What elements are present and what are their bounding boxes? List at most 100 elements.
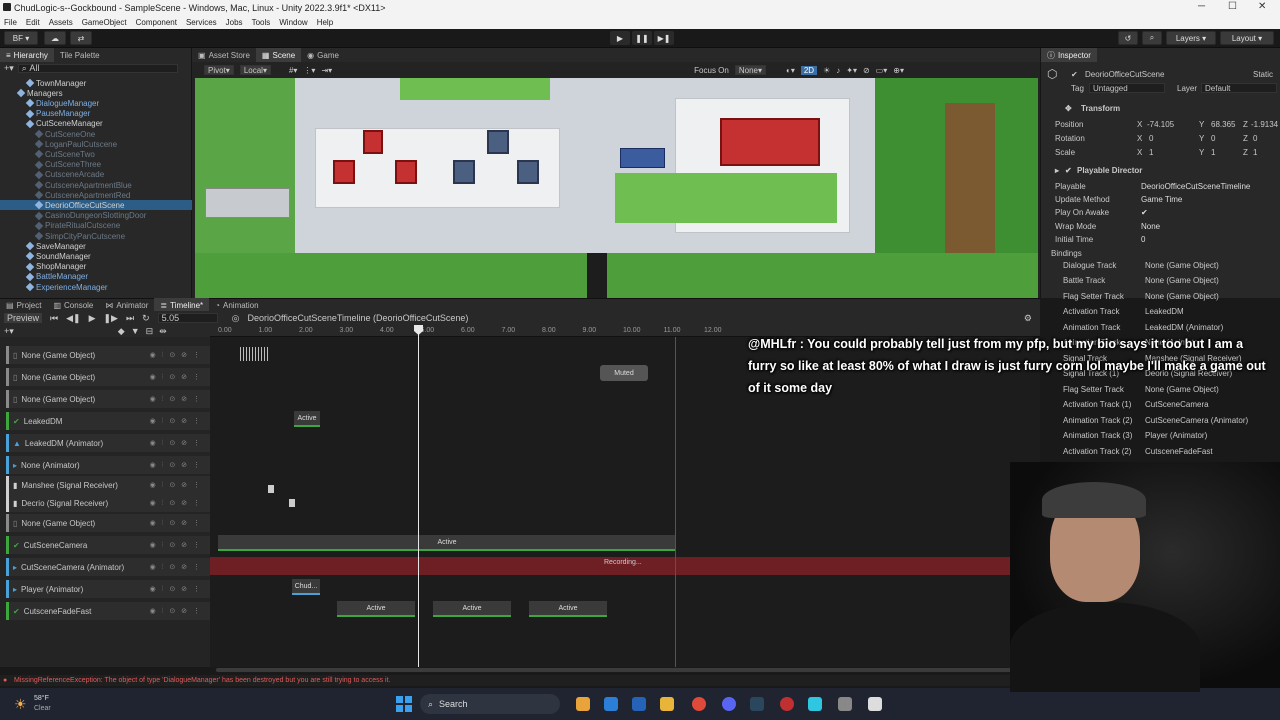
timeline-track[interactable]: ✔ LeakedDM ◉ ⫶ ⊙ ⊘ ⋮	[6, 412, 210, 430]
scrollbar-thumb[interactable]	[216, 668, 1036, 672]
prev-frame-icon[interactable]: ◀❚	[66, 313, 80, 324]
start-button[interactable]	[396, 696, 412, 712]
timeline-track[interactable]: ▮ Manshee (Signal Receiver) ◉ ⫶ ⊙ ⊘ ⋮	[6, 476, 210, 494]
track-controls[interactable]: ◉ ⫶ ⊙ ⊘ ⋮	[150, 461, 202, 470]
position-x[interactable]: -74.105	[1147, 120, 1174, 129]
local-dropdown[interactable]: Local ▾	[239, 65, 271, 75]
signal-marker[interactable]	[289, 499, 295, 507]
active-clip[interactable]: Active	[294, 411, 320, 427]
timeline-track[interactable]: ✔ CutsceneFadeFast ◉ ⫶ ⊙ ⊘ ⋮	[6, 602, 210, 620]
layer-dropdown[interactable]: Default	[1201, 83, 1277, 93]
menu-jobs[interactable]: Jobs	[226, 18, 243, 27]
time-field[interactable]: 5.05	[157, 313, 218, 323]
initial-field[interactable]: 0	[1141, 235, 1145, 244]
collab-icon[interactable]: ⇄	[70, 31, 92, 45]
hierarchy-item[interactable]: PauseManager	[0, 109, 192, 119]
maximize-button[interactable]: ☐	[1228, 1, 1237, 12]
track-controls[interactable]: ◉ ⫶ ⊙ ⊘ ⋮	[150, 351, 202, 360]
hierarchy-item[interactable]: CutsceneApartmentRed	[0, 190, 192, 200]
add-icon[interactable]: +▾	[4, 63, 14, 74]
taskbar-search[interactable]: ⌕ Search	[420, 694, 560, 714]
track-controls[interactable]: ◉ ⫶ ⊙ ⊘ ⋮	[150, 607, 202, 616]
binding-object-field[interactable]: CutSceneCamera	[1145, 400, 1209, 409]
tab-animation[interactable]: ◔ Animation	[209, 298, 264, 312]
play-icon[interactable]: ▶	[89, 313, 96, 324]
binding-object-field[interactable]: LeakedDM (Animator)	[1145, 323, 1223, 332]
hierarchy-search-input[interactable]: ⌕ All	[17, 63, 178, 73]
hierarchy-item[interactable]: ShopManager	[0, 262, 192, 272]
pivot-dropdown[interactable]: Pivot ▾	[204, 65, 234, 75]
vscode-icon[interactable]	[808, 697, 822, 711]
binding-object-field[interactable]: None (Game Object)	[1145, 276, 1219, 285]
hierarchy-item[interactable]: SimpCityPanCutscene	[0, 231, 192, 241]
timeline-track[interactable]: ▯ None (Game Object) ◉ ⫶ ⊙ ⊘ ⋮	[6, 346, 210, 364]
scale-x[interactable]: 1	[1149, 148, 1153, 157]
timeline-asset-label[interactable]: DeorioOfficeCutSceneTimeline (DeorioOffi…	[248, 313, 469, 323]
markers-icon[interactable]: ◆	[118, 326, 125, 337]
ripple-icon[interactable]: ⇹	[159, 326, 167, 337]
hierarchy-item[interactable]: CutSceneOne	[0, 129, 192, 139]
last-frame-icon[interactable]: ⏭	[126, 313, 134, 324]
hierarchy-item[interactable]: CutsceneArcade	[0, 170, 192, 180]
hierarchy-item[interactable]: CutSceneManager	[0, 119, 192, 129]
history-icon[interactable]: ↺	[1118, 31, 1138, 45]
audio-icon[interactable]: ♪	[836, 66, 840, 75]
binding-object-field[interactable]: None (Game Object)	[1145, 261, 1219, 270]
update-dropdown[interactable]: Game Time	[1141, 195, 1182, 204]
binding-object-field[interactable]: CutsceneFadeFast	[1145, 447, 1213, 456]
hierarchy-item[interactable]: ExperienceManager	[0, 282, 192, 292]
hierarchy-item[interactable]: SoundManager	[0, 251, 192, 261]
rotation-x[interactable]: 0	[1149, 134, 1153, 143]
menu-window[interactable]: Window	[279, 18, 307, 27]
hierarchy-item[interactable]: CasinoDungeonSlottingDoor	[0, 211, 192, 221]
timeline-track[interactable]: ▯ None (Game Object) ◉ ⫶ ⊙ ⊘ ⋮	[6, 514, 210, 532]
minimize-button[interactable]: ─	[1198, 1, 1205, 12]
menu-assets[interactable]: Assets	[49, 18, 73, 27]
track-controls[interactable]: ◉ ⫶ ⊙ ⊘ ⋮	[150, 439, 202, 448]
app-icon[interactable]	[576, 697, 590, 711]
active-checkbox[interactable]: ✔	[1071, 70, 1078, 79]
binding-object-field[interactable]: Player (Animator)	[1145, 431, 1207, 440]
layers-dropdown[interactable]: Layers ▾	[1166, 31, 1216, 45]
hierarchy-item[interactable]: TownManager	[0, 78, 192, 88]
hierarchy-item[interactable]: Managers	[0, 88, 192, 98]
playable-field[interactable]: DeorioOfficeCutSceneTimeline	[1141, 182, 1250, 191]
wrap-dropdown[interactable]: None	[1141, 222, 1160, 231]
binding-object-field[interactable]: LeakedDM	[1145, 307, 1184, 316]
tab-game[interactable]: ◉ Game	[301, 48, 345, 62]
timeline-track[interactable]: ✔ CutSceneCamera ◉ ⫶ ⊙ ⊘ ⋮	[6, 536, 210, 554]
timeline-track[interactable]: ▸ Player (Animator) ◉ ⫶ ⊙ ⊘ ⋮	[6, 580, 210, 598]
preview-button[interactable]: Preview	[4, 313, 43, 323]
hierarchy-item[interactable]: BattleManager	[0, 272, 192, 282]
unity-icon[interactable]	[868, 697, 882, 711]
shading-icon[interactable]: ◐▾	[786, 66, 795, 75]
timeline-track[interactable]: ▯ None (Game Object) ◉ ⫶ ⊙ ⊘ ⋮	[6, 368, 210, 386]
fade-clip-3[interactable]: Active	[529, 601, 607, 617]
gizmos-icon[interactable]: ⊕▾	[893, 66, 904, 75]
scene-viewport[interactable]	[195, 78, 1038, 298]
director-checkbox[interactable]: ✔	[1065, 166, 1072, 175]
hidden-icon[interactable]: ⊘	[863, 66, 870, 75]
menu-edit[interactable]: Edit	[26, 18, 40, 27]
tab-timeline[interactable]: ≣ Timeline*	[154, 298, 210, 312]
transform-header[interactable]: ✥ Transform	[1041, 102, 1280, 114]
explorer-icon[interactable]	[660, 697, 674, 711]
binding-object-field[interactable]: CutSceneCamera (Animator)	[1145, 416, 1248, 425]
timeline-track[interactable]: ▸ CutSceneCamera (Animator) ◉ ⫶ ⊙ ⊘ ⋮	[6, 558, 210, 576]
track-controls[interactable]: ◉ ⫶ ⊙ ⊘ ⋮	[150, 481, 202, 490]
tab-console[interactable]: ▥ Console	[47, 298, 99, 312]
position-y[interactable]: 68.365	[1211, 120, 1235, 129]
track-controls[interactable]: ◉ ⫶ ⊙ ⊘ ⋮	[150, 519, 202, 528]
position-z[interactable]: -1.9134	[1251, 120, 1278, 129]
track-controls[interactable]: ◉ ⫶ ⊙ ⊘ ⋮	[150, 563, 202, 572]
status-error-message[interactable]: MissingReferenceException: The object of…	[14, 677, 390, 684]
tab-inspector[interactable]: ⓘ Inspector	[1041, 48, 1097, 62]
track-controls[interactable]: ◉ ⫶ ⊙ ⊘ ⋮	[150, 585, 202, 594]
tab-tile-palette[interactable]: Tile Palette	[54, 48, 106, 62]
add-track-icon[interactable]: +▾	[4, 326, 14, 337]
menu-tools[interactable]: Tools	[252, 18, 271, 27]
hierarchy-item[interactable]: PirateRitualCutscene	[0, 221, 192, 231]
steam-icon[interactable]	[750, 697, 764, 711]
timeline-track[interactable]: ▲ LeakedDM (Animator) ◉ ⫶ ⊙ ⊘ ⋮	[6, 434, 210, 452]
close-button[interactable]: ✕	[1258, 1, 1266, 12]
